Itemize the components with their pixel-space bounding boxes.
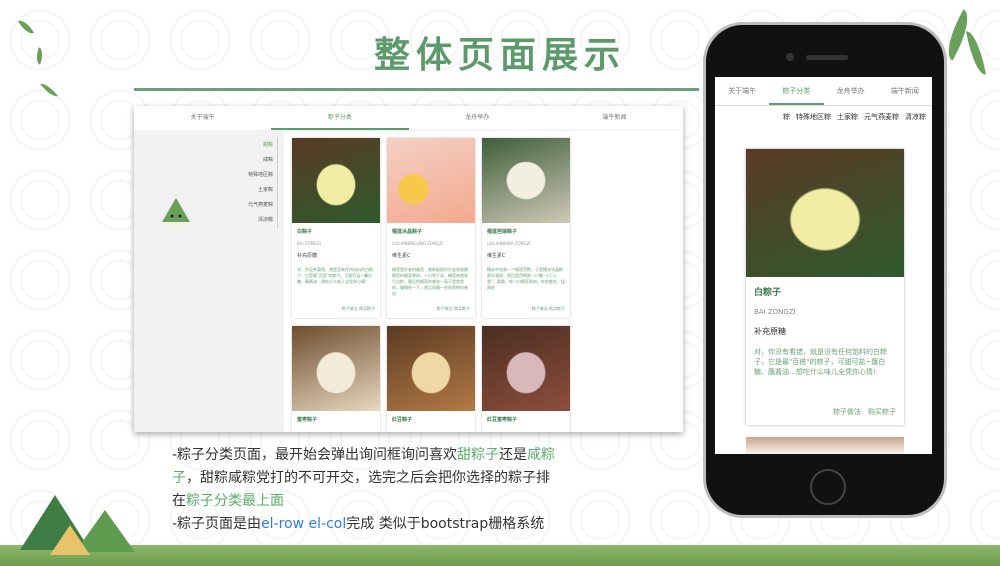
- zongzi-card[interactable]: 蜜枣粽子: [292, 326, 380, 432]
- card-links: 粽子做法 购买粽子: [833, 407, 896, 417]
- category-item[interactable]: 元气燕麦粽: [864, 112, 899, 122]
- slide-title: 整体页面展示: [373, 35, 626, 76]
- caption-code: el-row: [261, 516, 305, 532]
- card-pinyin: BAI ZONGZI: [297, 241, 321, 246]
- buy-link[interactable]: 购买粽子: [868, 408, 896, 416]
- card-links[interactable]: 粽子做法 购买粽子: [532, 306, 565, 312]
- menu-item-cool[interactable]: 清凉粽: [248, 213, 273, 228]
- desktop-sidebar: 甜粽 咸粽 特殊地区粽 土家粽 元气燕麦粽 清凉粽: [134, 130, 284, 432]
- caption-text: ，甜粽咸粽党打的不可开交，选完之后会把你选择的粽子排: [186, 470, 550, 486]
- caption-text: -粽子页面是由: [172, 516, 262, 532]
- category-item[interactable]: 粽: [783, 112, 790, 122]
- menu-item-oat[interactable]: 元气燕麦粽: [248, 198, 273, 213]
- zongzi-image: [387, 138, 475, 223]
- card-name: 红豆粽子: [392, 417, 413, 423]
- zongzi-mascot-icon: [162, 198, 190, 232]
- desktop-preview: 关于端午 粽子分类 龙舟举办 端午新闻 甜粽 咸粽 特殊地区粽 土家粽 元气燕麦…: [134, 106, 683, 432]
- category-item[interactable]: 特殊地区粽: [796, 112, 831, 122]
- card-links[interactable]: 粽子做法 购买粽子: [342, 306, 375, 312]
- caption-highlight: 咸粽: [527, 447, 556, 463]
- zongzi-card[interactable]: 榴莲芭娘粽子 LIULIANBABA ZONGZI 维生素C 糯米中包裹一个榴莲…: [482, 138, 570, 318]
- card-desc: 糯米中包裹一个榴莲芭粑，于是糯米冰晶粽那么香甜，然后是芭粑那一口感一口"心香"，…: [487, 267, 565, 290]
- caption-line: 子，甜粽咸粽党打的不可开交，选完之后会把你选择的粽子排: [172, 467, 572, 490]
- card-links[interactable]: 粽子做法 购买粽子: [437, 306, 470, 312]
- card-tag: 补充原糖: [297, 253, 318, 259]
- card-name: 榴莲冰晶粽子: [392, 229, 423, 235]
- phone-screen: 关于端午 粽子分类 龙舟举办 端午新闻 粽 特殊地区粽 土家粽 元气燕麦粽 清凉…: [715, 77, 932, 454]
- caption-text: 还是: [499, 447, 528, 463]
- caption-text: 在: [172, 493, 186, 509]
- card-tag: 补充原糖: [754, 327, 786, 336]
- tab-about[interactable]: 关于端午: [134, 106, 271, 130]
- slide-caption: -粽子分类页面，最开始会弹出询问框询问喜欢甜粽子还是咸粽 子，甜粽咸粽党打的不可…: [172, 444, 572, 536]
- menu-item-sweet[interactable]: 甜粽: [248, 138, 273, 153]
- card-pinyin: LIULIANBABA ZONGZI: [487, 241, 531, 246]
- card-tag: 维生素C: [487, 253, 506, 259]
- tab-dragon-boat[interactable]: 龙舟举办: [409, 106, 546, 130]
- caption-code: el-col: [308, 516, 347, 532]
- card-pinyin: LIULIANBINGJING ZONGZI: [392, 241, 444, 246]
- caption-text: 完成 类似于bootstrap栅格系统: [346, 516, 545, 532]
- card-pinyin: BAI ZONGZI: [754, 308, 796, 316]
- card-tag: 维生素C: [392, 253, 411, 259]
- tab-dragon-boat[interactable]: 龙舟举办: [824, 77, 878, 105]
- menu-item-salty[interactable]: 咸粽: [248, 153, 273, 168]
- card-desc: 对，你没有看错，就是没有任何馅料的白粽子，它是最"百搭"的粽子，可甜可盐~蘸白糖…: [754, 348, 887, 376]
- tab-news[interactable]: 端午新闻: [878, 77, 932, 105]
- recipe-link[interactable]: 粽子做法: [833, 408, 861, 416]
- mobile-category-bar: 粽 特殊地区粽 土家粽 元气燕麦粽 清凉粽: [715, 106, 932, 128]
- caption-line: 在粽子分类最上面: [172, 490, 572, 513]
- zongzi-image: [387, 326, 475, 411]
- zongzi-card[interactable]: 红豆粽子: [387, 326, 475, 432]
- mobile-nav: 关于端午 粽子分类 龙舟举办 端午新闻: [715, 77, 932, 106]
- camera-icon: [786, 53, 794, 61]
- tab-news[interactable]: 端午新闻: [546, 106, 683, 130]
- caption-highlight: 子: [172, 470, 186, 486]
- card-name: 白粽子: [754, 288, 782, 298]
- card-desc: 对，你没有看错，就是没有任何馅料的白粽子，它是最"百搭"的粽子，可甜可盐~蘸白糖…: [297, 267, 373, 284]
- card-name: 白粽子: [297, 229, 313, 235]
- card-desc: 榴莲是好者的福音，最新配图的外皮和香嫩榴莲的榴莲果肉，一口咬下去，榴莲肉就吸引过…: [392, 267, 468, 296]
- menu-item-special[interactable]: 特殊地区粽: [248, 168, 273, 183]
- card-name: 蜜枣粽子: [297, 417, 318, 423]
- zongzi-image: [292, 326, 380, 411]
- caption-text: -粽子分类页面，最开始会弹出询问框询问喜欢: [172, 447, 458, 463]
- zongzi-pile-icon: [20, 495, 135, 555]
- card-name: 榴莲芭娘粽子: [487, 229, 518, 235]
- caption-line: -粽子页面是由el-row el-col完成 类似于bootstrap栅格系统: [172, 513, 572, 536]
- desktop-nav: 关于端午 粽子分类 龙舟举办 端午新闻: [134, 106, 683, 131]
- zongzi-card[interactable]: 红豆蜜枣粽子: [482, 326, 570, 432]
- tab-about[interactable]: 关于端午: [715, 77, 769, 105]
- zongzi-image: [482, 326, 570, 411]
- caption-highlight: 粽子分类最上面: [186, 493, 284, 509]
- tab-zongzi-category[interactable]: 粽子分类: [769, 77, 824, 105]
- menu-item-tujia[interactable]: 土家粽: [248, 183, 273, 198]
- caption-line: -粽子分类页面，最开始会弹出询问框询问喜欢甜粽子还是咸粽: [172, 444, 572, 467]
- caption-highlight: 甜粽子: [457, 447, 500, 463]
- zongzi-card[interactable]: 白粽子 BAI ZONGZI 补充原糖 对，你没有看错，就是没有任何馅料的白粽子…: [746, 149, 904, 425]
- zongzi-image: [482, 138, 570, 223]
- tab-zongzi-category[interactable]: 粽子分类: [271, 106, 409, 130]
- category-menu: 甜粽 咸粽 特殊地区粽 土家粽 元气燕麦粽 清凉粽: [248, 138, 278, 228]
- card-name: 红豆蜜枣粽子: [487, 417, 518, 423]
- category-item[interactable]: 土家粽: [837, 112, 858, 122]
- title-divider: [134, 88, 699, 91]
- zongzi-card[interactable]: 榴莲冰晶粽子 LIULIANBINGJING ZONGZI 维生素C 榴莲是好者…: [387, 138, 475, 318]
- speaker-icon: [806, 55, 848, 60]
- home-button[interactable]: [810, 469, 846, 505]
- next-card-preview: [746, 437, 904, 454]
- zongzi-image: [746, 149, 904, 277]
- zongzi-card[interactable]: 白粽子 BAI ZONGZI 补充原糖 对，你没有看错，就是没有任何馅料的白粽子…: [292, 138, 380, 318]
- category-item[interactable]: 清凉粽: [905, 112, 926, 122]
- zongzi-image: [292, 138, 380, 223]
